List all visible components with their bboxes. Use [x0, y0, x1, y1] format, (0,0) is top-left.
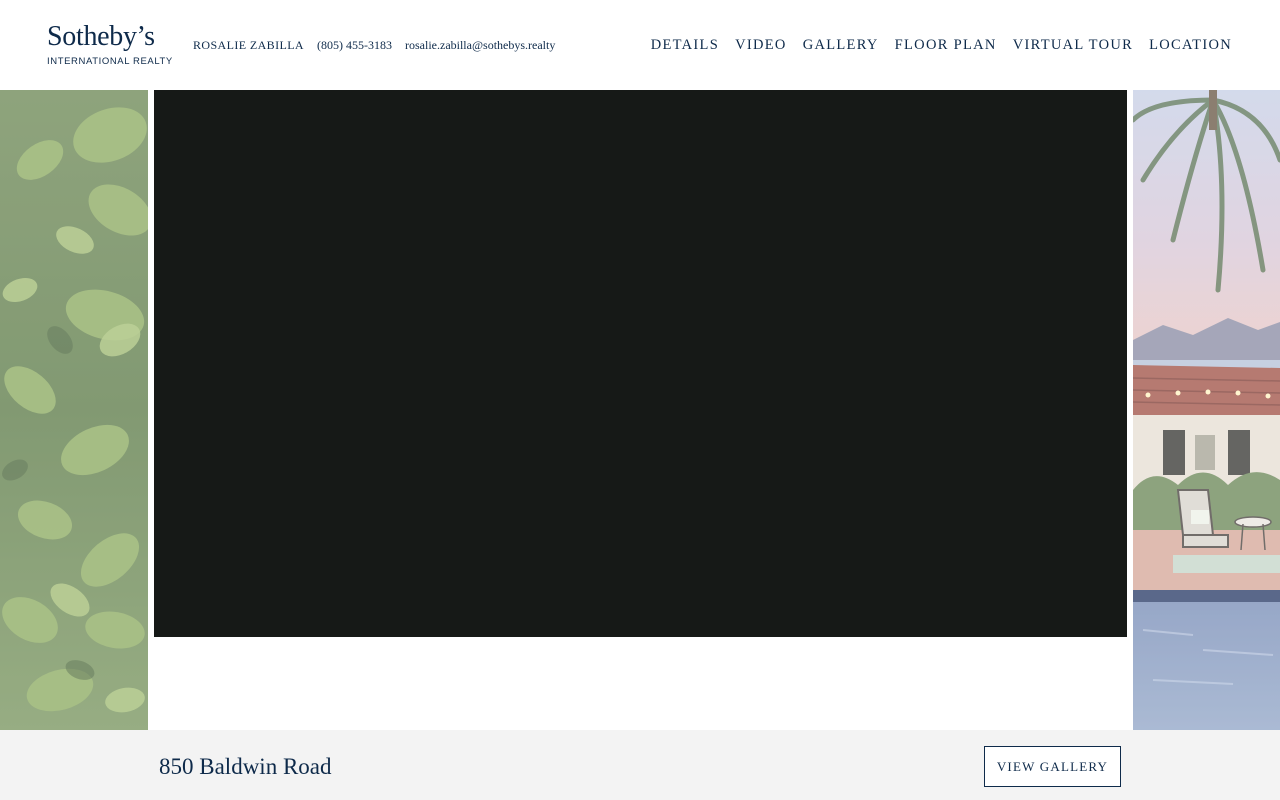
site-header: Sotheby’s INTERNATIONAL REALTY ROSALIE Z…	[0, 0, 1280, 90]
photo-overlay	[1133, 90, 1280, 730]
agent-name: ROSALIE ZABILLA	[193, 38, 304, 52]
logo-subtitle: INTERNATIONAL REALTY	[47, 56, 173, 67]
sothebys-logo[interactable]: Sotheby’s INTERNATIONAL REALTY	[47, 21, 173, 68]
listing-address: 850 Baldwin Road	[159, 754, 332, 779]
property-video-player[interactable]	[154, 90, 1127, 637]
pool-house-photo	[1133, 90, 1280, 730]
agent-phone[interactable]: (805) 455-3183	[317, 38, 392, 52]
nav-video[interactable]: VIDEO	[735, 37, 787, 53]
agent-email[interactable]: rosalie.zabilla@sothebys.realty	[405, 38, 555, 52]
nav-virtual-tour[interactable]: VIRTUAL TOUR	[1013, 37, 1133, 53]
listing-bar: 850 Baldwin Road VIEW GALLERY	[0, 730, 1280, 800]
agent-contact: ROSALIE ZABILLA (805) 455-3183 rosalie.z…	[193, 38, 565, 52]
nav-details[interactable]: DETAILS	[651, 37, 719, 53]
main-nav: DETAILS VIDEO GALLERY FLOOR PLAN VIRTUAL…	[635, 37, 1232, 53]
hero-video-area	[148, 90, 1133, 730]
nav-gallery[interactable]: GALLERY	[803, 37, 879, 53]
foliage-photo	[0, 90, 148, 730]
nav-location[interactable]: LOCATION	[1149, 37, 1232, 53]
nav-floor-plan[interactable]: FLOOR PLAN	[895, 37, 997, 53]
logo-wordmark: Sotheby’s	[47, 21, 155, 52]
photo-overlay	[0, 90, 148, 730]
view-gallery-button[interactable]: VIEW GALLERY	[984, 746, 1121, 787]
